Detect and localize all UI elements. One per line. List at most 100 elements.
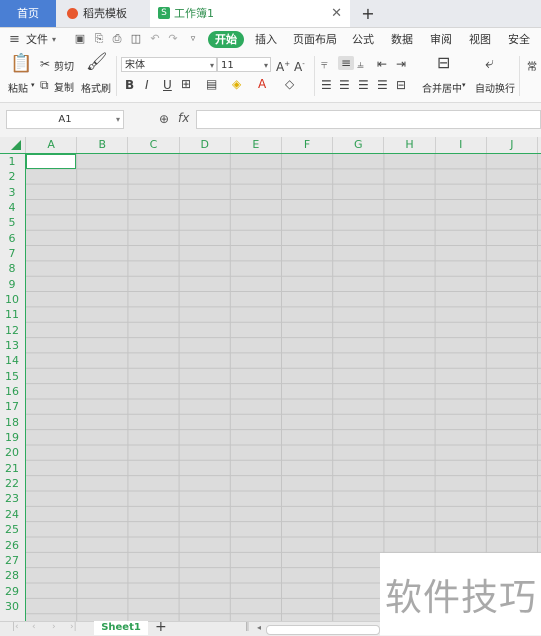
row-header-25[interactable]: 25	[0, 522, 24, 537]
italic-button[interactable]: I	[145, 78, 149, 92]
add-sheet-button[interactable]: +	[155, 619, 167, 635]
close-icon[interactable]: ✕	[331, 0, 342, 27]
print-icon[interactable]: ⎙	[110, 32, 124, 46]
cell-style-icon[interactable]: ▤	[206, 77, 217, 91]
decrease-font-icon[interactable]: A-	[294, 57, 305, 74]
format-painter-icon[interactable]: 🖌	[86, 54, 108, 71]
row-header-6[interactable]: 6	[0, 231, 24, 246]
copy-button[interactable]: 复制	[54, 79, 74, 94]
row-header-9[interactable]: 9	[0, 277, 24, 292]
chevron-down-icon[interactable]: ▾	[462, 81, 466, 89]
eraser-icon[interactable]: ◇	[285, 77, 294, 91]
bold-button[interactable]: B	[125, 78, 134, 92]
menu-tab-insert[interactable]: 插入	[255, 28, 277, 52]
align-left-icon[interactable]: ☰	[321, 78, 332, 92]
font-color-icon[interactable]: A	[258, 77, 266, 91]
column-header-c[interactable]: C	[128, 137, 180, 153]
print-preview-icon[interactable]: ◫	[129, 32, 143, 46]
row-header-2[interactable]: 2	[0, 169, 24, 184]
next-sheet-icon[interactable]: ›	[52, 622, 56, 632]
column-header-d[interactable]: D	[180, 137, 231, 153]
column-header-g[interactable]: G	[333, 137, 385, 153]
increase-font-icon[interactable]: A+	[276, 57, 290, 74]
prev-sheet-icon[interactable]: ‹	[32, 622, 36, 632]
file-menu[interactable]: 文件	[26, 28, 48, 52]
active-cell[interactable]	[26, 154, 76, 169]
row-header-5[interactable]: 5	[0, 215, 24, 230]
row-header-1[interactable]: 1	[0, 154, 24, 169]
distributed-icon[interactable]: ⊟	[396, 78, 406, 92]
tab-template[interactable]: 稻壳模板	[57, 0, 149, 27]
row-header-17[interactable]: 17	[0, 399, 24, 414]
merge-center-button[interactable]: 合并居中	[422, 80, 462, 95]
column-header-b[interactable]: B	[77, 137, 129, 153]
row-header-22[interactable]: 22	[0, 476, 24, 491]
row-header-16[interactable]: 16	[0, 384, 24, 399]
new-tab-button[interactable]: +	[358, 0, 378, 27]
fill-color-icon[interactable]: ◈	[232, 77, 241, 91]
undo-icon[interactable]: ↶	[148, 32, 162, 46]
horizontal-scrollbar[interactable]	[266, 625, 380, 635]
export-icon[interactable]: ⎘	[92, 32, 106, 46]
row-header-19[interactable]: 19	[0, 430, 24, 445]
row-header-24[interactable]: 24	[0, 507, 24, 522]
wrap-text-icon[interactable]: ⤶	[485, 55, 494, 71]
row-header-10[interactable]: 10	[0, 292, 24, 307]
menu-tab-formulas[interactable]: 公式	[352, 28, 374, 52]
menu-tab-review[interactable]: 审阅	[430, 28, 452, 52]
underline-button[interactable]: U	[163, 78, 172, 92]
font-name-select[interactable]: 宋体 ▾	[121, 57, 217, 72]
row-header-4[interactable]: 4	[0, 200, 24, 215]
hamburger-icon[interactable]: ≡	[9, 28, 20, 52]
chevron-down-icon[interactable]: ▾	[31, 81, 35, 89]
paste-icon[interactable]: 📋	[10, 55, 32, 73]
row-header-3[interactable]: 3	[0, 185, 24, 200]
tab-home[interactable]: 首页	[0, 0, 56, 27]
menu-tab-data[interactable]: 数据	[391, 28, 413, 52]
column-header-e[interactable]: E	[231, 137, 282, 153]
row-header-30[interactable]: 30	[0, 599, 24, 614]
row-header-13[interactable]: 13	[0, 338, 24, 353]
column-header-j[interactable]: J	[487, 137, 538, 153]
indent-decrease-icon[interactable]: ⇤	[377, 57, 387, 71]
align-top-icon[interactable]: ⫧	[321, 57, 328, 71]
function-button[interactable]: fx	[178, 111, 189, 125]
row-header-12[interactable]: 12	[0, 323, 24, 338]
justify-icon[interactable]: ☰	[377, 78, 388, 92]
column-header-h[interactable]: H	[384, 137, 436, 153]
menu-tab-security[interactable]: 安全	[508, 28, 530, 52]
customize-toolbar-icon[interactable]: ▿	[186, 32, 200, 46]
row-header-26[interactable]: 26	[0, 538, 24, 553]
align-bottom-icon[interactable]: ⫨	[357, 57, 364, 71]
wrap-text-button[interactable]: 自动换行	[475, 80, 515, 95]
menu-tab-view[interactable]: 视图	[469, 28, 491, 52]
row-header-20[interactable]: 20	[0, 445, 24, 460]
column-header-f[interactable]: F	[282, 137, 334, 153]
row-header-27[interactable]: 27	[0, 553, 24, 568]
sheet-grid[interactable]: ABCDEFGHIJ 1 2 3 4 5 6 7 8 9 10 11 12 13 14 15 16 17 18 19…	[0, 137, 541, 621]
paste-button[interactable]: 粘贴	[8, 80, 28, 95]
menu-tab-start[interactable]: 开始	[208, 31, 244, 48]
row-header-11[interactable]: 11	[0, 307, 24, 322]
chevron-down-icon[interactable]: ▾	[52, 28, 56, 52]
zoom-icon[interactable]: ⊕	[159, 112, 169, 126]
border-icon[interactable]: ⊞	[181, 77, 191, 91]
select-all-corner[interactable]	[0, 137, 26, 153]
sheet-tab-sheet1[interactable]: Sheet1	[94, 621, 148, 635]
row-header-7[interactable]: 7	[0, 246, 24, 261]
first-sheet-icon[interactable]: |‹	[12, 622, 19, 632]
last-sheet-icon[interactable]: ›|	[70, 622, 77, 632]
row-header-14[interactable]: 14	[0, 353, 24, 368]
menu-tab-page-layout[interactable]: 页面布局	[293, 28, 337, 52]
font-size-select[interactable]: 11 ▾	[217, 57, 271, 72]
formula-input[interactable]	[196, 110, 541, 129]
row-header-18[interactable]: 18	[0, 415, 24, 430]
cut-button[interactable]: 剪切	[54, 58, 74, 73]
chevron-down-icon[interactable]: ▾	[116, 111, 120, 128]
indent-increase-icon[interactable]: ⇥	[396, 57, 406, 71]
split-handle[interactable]: ‖	[245, 622, 250, 632]
save-icon[interactable]: ▣	[73, 32, 87, 46]
scroll-left-icon[interactable]: ◂	[257, 623, 261, 632]
merge-cells-icon[interactable]: ⊟	[437, 55, 450, 71]
column-header-i[interactable]: I	[436, 137, 487, 153]
